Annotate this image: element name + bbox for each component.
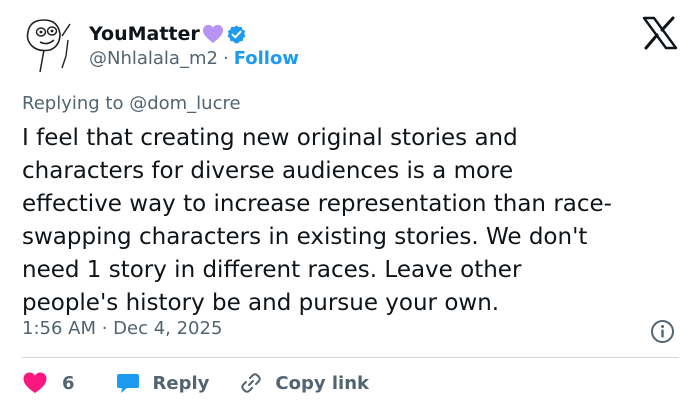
author-name-row: YouMatter [89, 21, 247, 47]
like-button[interactable]: 6 [22, 371, 75, 395]
display-name[interactable]: YouMatter [89, 23, 200, 45]
replying-to-line: Replying to @dom_lucre [22, 93, 241, 114]
copy-link-button[interactable]: Copy link [239, 371, 369, 395]
action-bar: 6 Reply Copy link [22, 368, 369, 398]
avatar[interactable] [22, 10, 78, 74]
reply-bubble-icon [116, 374, 139, 393]
handle-row: @Nhlalala_m2 · Follow [89, 48, 299, 69]
timestamp[interactable]: 1:56 AM · Dec 4, 2025 [22, 318, 222, 339]
replying-mention[interactable]: @dom_lucre [129, 93, 240, 114]
info-icon[interactable] [650, 319, 675, 344]
handle[interactable]: @Nhlalala_m2 [89, 48, 218, 69]
tweet-text: I feel that creating new original storie… [22, 125, 612, 316]
like-count: 6 [62, 372, 75, 394]
replying-prefix: Replying to [22, 93, 130, 114]
purple-heart-icon [202, 24, 223, 44]
x-logo-icon[interactable] [642, 16, 678, 50]
link-icon [241, 373, 262, 393]
reply-label: Reply [152, 372, 210, 394]
heart-icon [23, 372, 47, 393]
verified-badge-icon [227, 24, 246, 43]
copy-link-label: Copy link [275, 372, 369, 394]
reply-button[interactable]: Reply [115, 371, 210, 395]
handle-separator: · [222, 48, 229, 69]
divider [22, 357, 679, 358]
follow-button[interactable]: Follow [234, 48, 299, 69]
